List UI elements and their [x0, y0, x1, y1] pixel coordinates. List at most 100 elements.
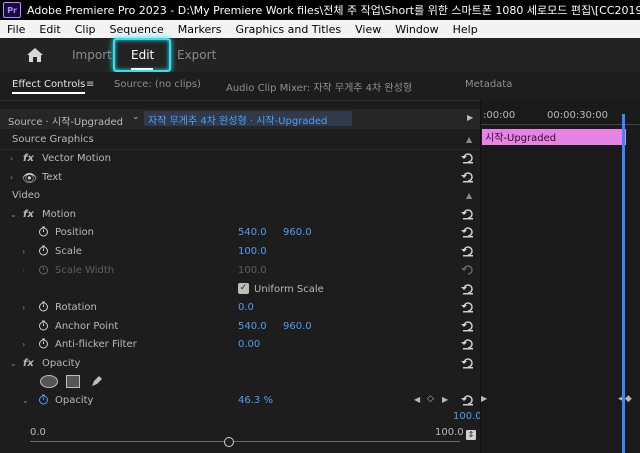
- rectangle-mask-icon[interactable]: [66, 375, 80, 388]
- opacity-slider-thumb[interactable]: [224, 437, 235, 447]
- next-keyframe-icon[interactable]: ▶: [442, 395, 448, 404]
- ellipse-mask-icon[interactable]: [40, 375, 58, 388]
- menu-sequence[interactable]: Sequence: [110, 23, 164, 36]
- property-opacity: ⌄ Opacity 46.3 % ◀ ◇ ▶: [0, 391, 480, 410]
- fx-icon[interactable]: fx: [23, 153, 34, 164]
- reset-icon[interactable]: [461, 152, 475, 164]
- tab-metadata[interactable]: Metadata: [465, 79, 512, 90]
- menu-clip[interactable]: Clip: [75, 23, 96, 36]
- add-keyframe-icon[interactable]: ◇: [427, 394, 434, 404]
- reset-icon[interactable]: [461, 208, 475, 220]
- reset-icon[interactable]: [461, 171, 475, 183]
- menu-help[interactable]: Help: [453, 23, 478, 36]
- reset-icon[interactable]: [461, 320, 475, 332]
- stopwatch-icon[interactable]: [38, 320, 49, 331]
- stopwatch-icon[interactable]: [38, 226, 49, 237]
- home-icon[interactable]: [26, 47, 44, 63]
- fx-icon[interactable]: fx: [23, 209, 34, 220]
- reset-icon[interactable]: [461, 394, 475, 406]
- window-title: Adobe Premiere Pro 2023 - D:\My Premiere…: [27, 4, 640, 17]
- reset-icon: [461, 265, 473, 275]
- expand-chevron-icon[interactable]: ›: [22, 303, 25, 312]
- rotation-value[interactable]: 0.0: [238, 302, 254, 313]
- menu-markers[interactable]: Markers: [178, 23, 222, 36]
- timeline-clip[interactable]: 시작-Upgraded: [482, 129, 626, 145]
- clip-name: 시작-Upgraded: [485, 133, 557, 144]
- anchor-point-label: Anchor Point: [55, 321, 119, 332]
- anchor-x-value[interactable]: 540.0: [238, 321, 267, 332]
- effect-vector-motion[interactable]: › fx Vector Motion: [0, 149, 480, 168]
- stopwatch-active-icon[interactable]: [38, 394, 49, 405]
- effect-text[interactable]: › 👁 Text: [0, 168, 480, 187]
- menu-edit[interactable]: Edit: [39, 23, 60, 36]
- play-triangle-icon[interactable]: ▶: [467, 113, 473, 122]
- keyframe-marker-icon[interactable]: ▶: [481, 394, 487, 403]
- pen-mask-icon[interactable]: [90, 374, 104, 388]
- effect-motion[interactable]: ⌄ fx Motion: [0, 205, 480, 224]
- source-label: Source · 시작-Upgraded: [8, 117, 123, 128]
- stopwatch-icon[interactable]: [38, 301, 49, 312]
- mask-tools: [0, 372, 480, 391]
- stopwatch-icon: [39, 265, 48, 275]
- reset-icon[interactable]: [461, 245, 475, 257]
- stopwatch-icon[interactable]: [38, 245, 49, 256]
- section-source-graphics: Source Graphics ▲: [0, 130, 480, 149]
- fx-icon[interactable]: fx: [23, 358, 34, 369]
- ruler-line: [481, 124, 640, 125]
- eye-icon[interactable]: 👁: [22, 171, 37, 185]
- tab-import[interactable]: Import: [72, 48, 112, 62]
- opacity-value[interactable]: 46.3 %: [238, 395, 273, 406]
- property-scale-width: › Scale Width 100.0: [0, 261, 480, 280]
- tab-source[interactable]: Source: (no clips): [114, 79, 201, 90]
- collapse-chevron-icon[interactable]: ⌄: [22, 396, 29, 405]
- effect-opacity[interactable]: ⌄ fx Opacity: [0, 354, 480, 373]
- collapse-chevron-icon[interactable]: ⌄: [10, 359, 17, 368]
- prev-keyframe-icon[interactable]: ◀: [414, 395, 420, 404]
- active-tab-indicator: [131, 68, 153, 70]
- collapse-up-icon[interactable]: ▲: [466, 191, 472, 200]
- uniform-scale-checkbox[interactable]: ✓: [238, 283, 249, 294]
- menu-graphics[interactable]: Graphics and Titles: [236, 23, 342, 36]
- position-x-value[interactable]: 540.0: [238, 227, 267, 238]
- tab-audio-clip-mixer[interactable]: Audio Clip Mixer: 자작 무게추 4차 완성형: [226, 79, 412, 94]
- menu-file[interactable]: File: [7, 23, 25, 36]
- reset-icon[interactable]: [461, 283, 475, 295]
- reset-icon[interactable]: [461, 226, 475, 238]
- tab-effect-controls[interactable]: Effect Controls: [12, 79, 86, 94]
- playhead[interactable]: [622, 114, 625, 453]
- opacity-group-label: Opacity: [42, 358, 81, 369]
- collapse-chevron-icon[interactable]: ⌄: [10, 210, 17, 219]
- expand-graph-icon[interactable]: ⇕: [466, 430, 476, 440]
- anti-flicker-label: Anti-flicker Filter: [55, 339, 137, 350]
- anchor-y-value[interactable]: 960.0: [283, 321, 312, 332]
- reset-icon[interactable]: [461, 357, 475, 369]
- timecode-start: :00:00: [483, 110, 516, 121]
- scale-value[interactable]: 100.0: [238, 246, 267, 257]
- menu-view[interactable]: View: [355, 23, 381, 36]
- sequence-clip-dropdown[interactable]: 자작 무게추 4차 완성형 · 시작-Upgraded: [144, 111, 352, 126]
- slider-max-readout: 100.0: [453, 411, 482, 422]
- video-label: Video: [12, 190, 41, 201]
- expand-chevron-icon[interactable]: ›: [10, 173, 13, 182]
- expand-chevron-icon[interactable]: ›: [22, 247, 25, 256]
- source-graphics-label: Source Graphics: [12, 134, 94, 145]
- stopwatch-icon[interactable]: [38, 338, 49, 349]
- panel-menu-icon[interactable]: ≡: [86, 79, 94, 90]
- timecode-30s: 00:00:30:00: [547, 110, 609, 121]
- property-scale: › Scale 100.0: [0, 242, 480, 261]
- reset-icon[interactable]: [461, 338, 475, 350]
- expand-chevron-icon[interactable]: ›: [22, 340, 25, 349]
- collapse-up-icon[interactable]: ▲: [466, 135, 472, 144]
- rotation-label: Rotation: [55, 302, 97, 313]
- expand-chevron-icon[interactable]: ›: [10, 154, 13, 163]
- anti-flicker-value[interactable]: 0.00: [238, 339, 260, 350]
- tab-export[interactable]: Export: [177, 48, 216, 62]
- opacity-slider-track[interactable]: [30, 441, 460, 442]
- chevron-down-icon[interactable]: ⌄: [132, 112, 140, 122]
- reset-icon[interactable]: [461, 301, 475, 313]
- menu-window[interactable]: Window: [395, 23, 438, 36]
- tab-edit[interactable]: Edit: [131, 48, 154, 62]
- position-y-value[interactable]: 960.0: [283, 227, 312, 238]
- scale-label: Scale: [55, 246, 82, 257]
- text-label: Text: [42, 172, 63, 183]
